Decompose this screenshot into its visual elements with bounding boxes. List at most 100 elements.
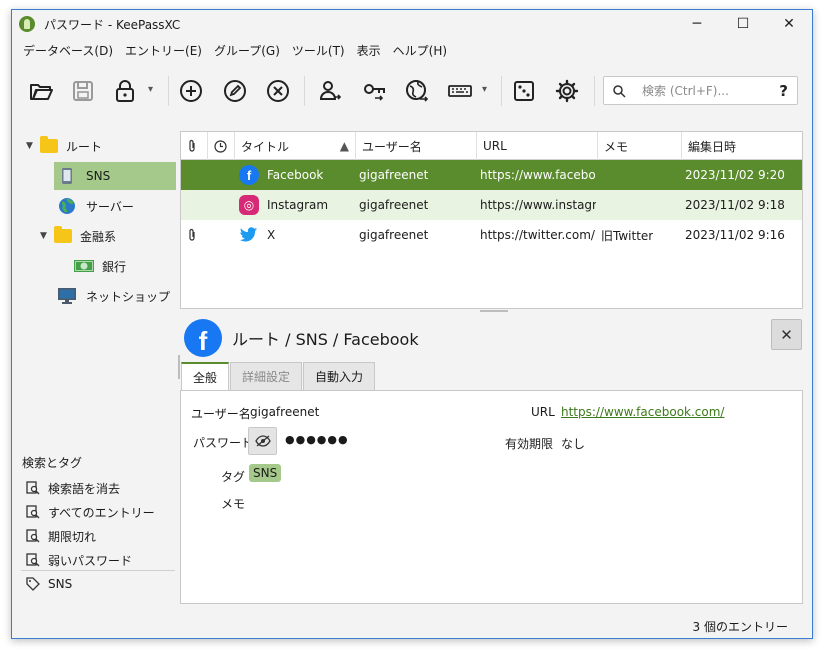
tree-item-root[interactable]: ▼ ルート	[26, 132, 102, 160]
clear-search-item[interactable]: 検索語を消去	[26, 477, 120, 499]
entry-table: タイトル ▲ ユーザー名 URL メモ 編集日時 f Facebook giga…	[180, 131, 803, 309]
entry-detail-header: f ルート / SNS / Facebook	[184, 316, 419, 360]
edit-entry-icon[interactable]	[220, 76, 250, 106]
entry-url: https://www.instagr...	[480, 198, 596, 212]
tree-item-bank[interactable]: 銀行	[74, 252, 126, 280]
entry-notes: 旧Twitter	[601, 228, 654, 243]
tree-item-shop[interactable]: ネットショップ	[58, 282, 170, 310]
clock-icon	[214, 139, 227, 153]
entry-url: https://twitter.com/	[480, 228, 595, 242]
entry-username: gigafreenet	[359, 228, 429, 242]
autotype-dropdown-icon[interactable]: ▾	[482, 84, 487, 95]
search-input[interactable]: 検索 (Ctrl+F)...	[642, 82, 729, 99]
keepassxc-logo-icon	[19, 16, 35, 32]
entry-title: Facebook	[267, 168, 324, 182]
column-modified[interactable]: 編集日時	[682, 132, 803, 160]
copy-password-icon[interactable]	[359, 76, 389, 106]
maximize-button[interactable]: ☐	[720, 10, 766, 38]
entry-title: X	[267, 228, 276, 242]
url-link[interactable]: https://www.facebook.com/	[561, 405, 724, 419]
sidebar-splitter[interactable]	[178, 355, 180, 379]
tree-item-finance[interactable]: ▼ 金融系	[40, 222, 116, 250]
menu-bar: データベース(D) エントリー(E) グループ(G) ツール(T) 表示 ヘルプ…	[12, 38, 453, 62]
panel-splitter[interactable]	[480, 310, 508, 312]
folder-open-icon[interactable]	[26, 76, 56, 106]
expand-arrow-icon[interactable]: ▼	[26, 141, 40, 151]
tag-sns-label: SNS	[48, 577, 73, 591]
table-row[interactable]: X gigafreenet https://twitter.com/ 旧Twit…	[181, 220, 802, 250]
tree-item-label: SNS	[86, 169, 111, 183]
expired-item[interactable]: 期限切れ	[26, 525, 96, 547]
password-generator-icon[interactable]	[509, 76, 539, 106]
close-detail-button[interactable]: ✕	[771, 319, 802, 350]
menu-view[interactable]: 表示	[351, 42, 387, 59]
search-icon	[613, 84, 626, 98]
clear-search-label: 検索語を消去	[48, 481, 121, 496]
menu-group[interactable]: グループ(G)	[208, 42, 286, 59]
entry-modified: 2023/11/02 9:20	[685, 168, 785, 182]
expiry-column-header[interactable]	[208, 132, 235, 160]
entry-detail-panel: ユーザー名 gigafreenet パスワード ●●●●●● タグ SNS メモ…	[180, 390, 803, 604]
tab-autotype[interactable]: 自動入力	[303, 362, 376, 390]
entry-username: gigafreenet	[359, 168, 429, 182]
menu-database[interactable]: データベース(D)	[17, 42, 119, 59]
column-username[interactable]: ユーザー名	[356, 132, 477, 160]
tree-item-sns[interactable]: SNS	[54, 162, 176, 190]
tag-icon	[26, 577, 40, 591]
password-label: パスワード	[193, 436, 254, 450]
expand-arrow-icon[interactable]: ▼	[40, 231, 54, 241]
attachment-column-header[interactable]	[181, 132, 208, 160]
show-password-button[interactable]	[248, 427, 277, 455]
tree-item-label: ルート	[66, 139, 103, 154]
autotype-icon[interactable]	[445, 76, 475, 106]
column-title[interactable]: タイトル ▲	[235, 132, 356, 160]
folder-icon	[54, 226, 72, 243]
toolbar: ▾ ▾ 検索 (Ctrl+F)... ?	[12, 68, 812, 116]
lock-icon[interactable]	[110, 76, 140, 106]
toolbar-separator	[594, 76, 595, 106]
all-entries-item[interactable]: すべてのエントリー	[26, 501, 155, 523]
weak-passwords-item[interactable]: 弱いパスワード	[26, 549, 132, 571]
search-box[interactable]: 検索 (Ctrl+F)... ?	[603, 76, 798, 105]
username-value[interactable]: gigafreenet	[250, 405, 319, 419]
table-row[interactable]: ◎ Instagram gigafreenet https://www.inst…	[181, 190, 802, 220]
entry-breadcrumb: ルート / SNS / Facebook	[232, 330, 419, 349]
tree-item-label: 金融系	[80, 229, 117, 244]
toolbar-separator	[168, 76, 169, 106]
tree-item-label: サーバー	[86, 199, 134, 214]
facebook-icon: f	[184, 319, 222, 357]
eye-hidden-icon	[254, 435, 271, 447]
add-entry-icon[interactable]	[176, 76, 206, 106]
expired-label: 期限切れ	[48, 529, 97, 544]
copy-username-icon[interactable]	[315, 76, 345, 106]
paperclip-icon	[189, 228, 195, 241]
column-url[interactable]: URL	[477, 132, 598, 160]
detail-tabs: 全般 詳細設定 自動入力	[181, 362, 376, 390]
lock-dropdown-icon[interactable]: ▾	[148, 84, 153, 95]
tags-divider	[21, 570, 175, 571]
search-help-button[interactable]: ?	[779, 82, 788, 100]
tag-sns-item[interactable]: SNS	[26, 573, 72, 595]
table-row[interactable]: f Facebook gigafreenet https://www.faceb…	[181, 160, 802, 190]
menu-tools[interactable]: ツール(T)	[286, 42, 351, 59]
menu-entry[interactable]: エントリー(E)	[119, 42, 208, 59]
tree-item-server[interactable]: サーバー	[58, 192, 134, 220]
password-value[interactable]: ●●●●●●	[285, 433, 349, 446]
notes-label: メモ	[221, 497, 246, 511]
tab-advanced[interactable]: 詳細設定	[230, 362, 303, 390]
settings-icon[interactable]	[552, 76, 582, 106]
delete-entry-icon[interactable]	[263, 76, 293, 106]
open-url-icon[interactable]	[402, 76, 432, 106]
tab-general[interactable]: 全般	[181, 362, 230, 390]
minimize-button[interactable]: ─	[674, 10, 720, 38]
save-icon[interactable]	[68, 76, 98, 106]
entry-modified: 2023/11/02 9:16	[685, 228, 785, 242]
column-notes[interactable]: メモ	[598, 132, 682, 160]
weak-passwords-label: 弱いパスワード	[48, 553, 133, 568]
toolbar-separator	[304, 76, 305, 106]
tag-chip[interactable]: SNS	[249, 464, 282, 482]
all-entries-label: すべてのエントリー	[48, 505, 155, 520]
close-window-button[interactable]: ✕	[766, 10, 812, 38]
expiry-value: なし	[561, 437, 586, 451]
menu-help[interactable]: ヘルプ(H)	[387, 42, 453, 59]
